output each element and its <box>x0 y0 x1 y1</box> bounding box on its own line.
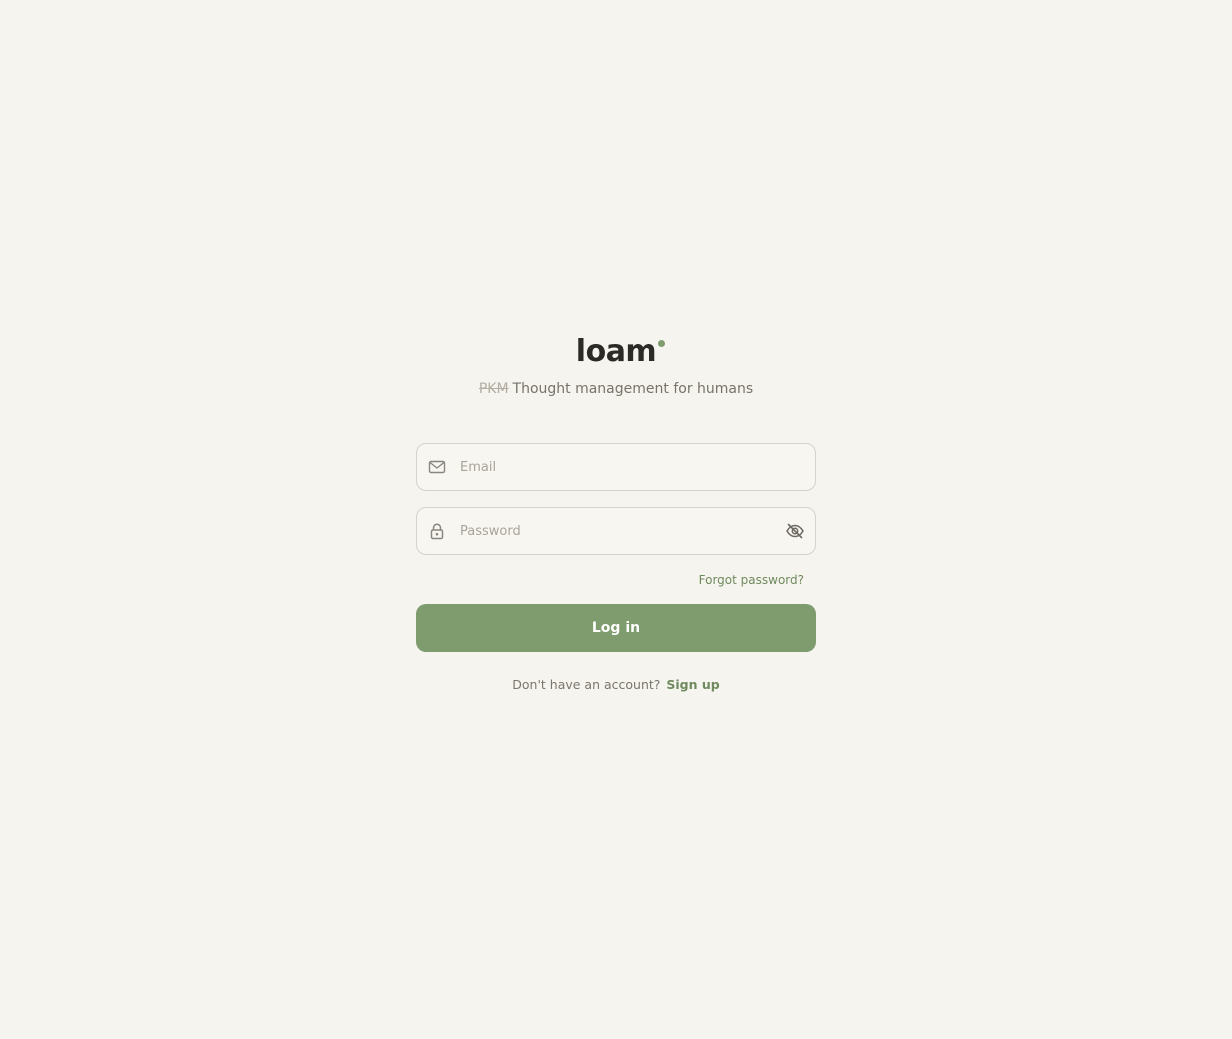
login-form: Forgot password? Log in Don't have an ac… <box>416 443 816 692</box>
email-field-wrapper <box>416 443 816 491</box>
login-page: loam PKM Thought management for humans E… <box>0 0 1232 1039</box>
signup-row: Don't have an account? Sign up <box>416 677 816 692</box>
tagline-struck: PKM <box>478 381 509 397</box>
logo-dot <box>658 340 666 347</box>
brand-header: loam PKM Thought management for humans <box>0 332 1232 399</box>
email-input[interactable] <box>460 444 815 490</box>
signup-prompt: Don't have an account? <box>512 677 661 692</box>
signup-link[interactable]: Sign up <box>666 677 719 692</box>
lock-icon <box>427 521 447 541</box>
forgot-row: Forgot password? <box>416 555 816 604</box>
forgot-password-link[interactable]: Forgot password? <box>699 573 804 587</box>
logo: loam <box>575 332 666 372</box>
tagline-text: Thought management for humans <box>512 381 754 397</box>
logo-text: loam <box>575 334 657 369</box>
password-input[interactable] <box>460 508 784 554</box>
eye-off-icon[interactable] <box>784 520 806 542</box>
mail-icon <box>427 457 447 477</box>
login-button[interactable]: Log in <box>416 604 816 652</box>
tagline: PKM Thought management for humans <box>0 379 1232 399</box>
password-field-wrapper <box>416 507 816 555</box>
